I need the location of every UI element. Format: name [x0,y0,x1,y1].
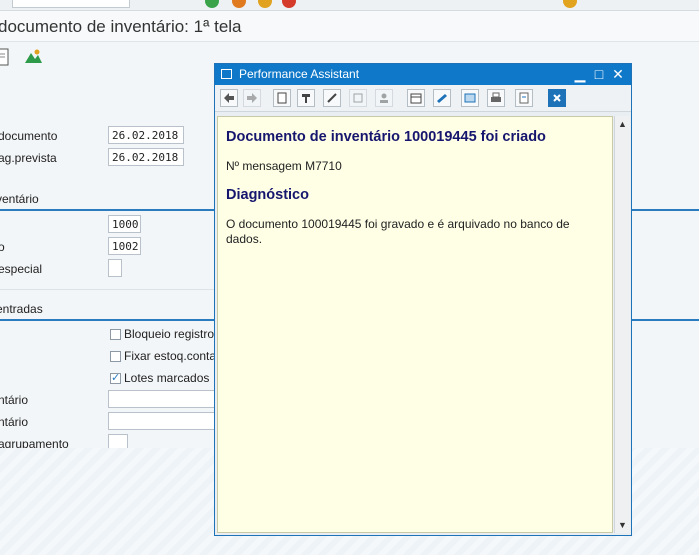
freeze-stock-label: Fixar estoq.conta [124,349,217,363]
popup-toolbar [215,85,631,112]
glossary-icon[interactable] [349,89,367,107]
forward-icon[interactable] [243,89,261,107]
performance-assistant-window[interactable]: Performance Assistant ▁ □ ✕ ,,,,,, Docum… [214,63,632,536]
document-icon[interactable] [273,89,291,107]
popup-title-bar[interactable]: Performance Assistant ▁ □ ✕ [215,64,631,85]
technical-info-icon[interactable] [297,89,315,107]
freeze-stock-checkbox[interactable] [110,351,121,362]
window-icon [221,69,232,79]
exit-icon[interactable] [282,0,296,8]
maximize-icon[interactable]: □ [591,66,607,82]
diagnosis-heading: Diagnóstico [226,187,309,203]
storage-location-field[interactable]: 1002 [108,237,141,255]
system-toolbar [0,0,699,11]
page-title: documento de inventário: 1ª tela [0,17,242,36]
vertical-scrollbar[interactable]: ▲ ▼ [614,116,630,533]
close-icon[interactable]: ✕ [610,66,626,82]
message-heading: Documento de inventário 100019445 foi cr… [226,129,546,145]
edit-icon[interactable] [323,89,341,107]
user-settings-icon[interactable] [375,89,393,107]
print-icon[interactable] [487,89,505,107]
block-posting-checkbox[interactable] [110,329,121,340]
command-field[interactable] [12,0,130,8]
diagnosis-text: O documento 100019445 foi gravado e é ar… [226,217,570,246]
window-icon[interactable] [461,89,479,107]
popup-content: Documento de inventário 100019445 foi cr… [217,116,613,533]
popup-title: Performance Assistant [239,67,360,81]
document-date-field[interactable]: 26.02.2018 [108,126,184,144]
screen-title-bar: documento de inventário: 1ª tela [0,11,699,42]
back-icon[interactable] [220,89,238,107]
divider [0,289,215,290]
inventory-ref-field[interactable] [108,390,216,408]
back-nav-icon[interactable] [258,0,272,8]
block-posting-label: Bloqueio registro [124,327,215,341]
minimize-icon[interactable]: ▁ [572,66,588,82]
highlight-icon[interactable] [433,89,451,107]
inventory-ref2-field[interactable] [108,412,216,430]
plant-field[interactable]: 1000 [108,215,141,233]
print-preview-icon[interactable] [515,89,533,107]
planned-date-label: ag.prevista [0,151,57,165]
cancel-icon[interactable] [563,0,577,8]
close-icon[interactable] [548,89,566,107]
scroll-down-icon[interactable]: ▼ [616,519,629,531]
special-stock-field[interactable] [108,259,122,277]
batches-label: Lotes marcados [124,371,210,385]
calendar-icon[interactable] [407,89,425,107]
document-date-label: documento [0,129,58,143]
batches-checkbox[interactable]: ✓ [110,373,121,384]
special-stock-label: especial [0,262,43,276]
inventory-ref2-label: ntário [0,415,29,429]
scroll-up-icon[interactable]: ▲ [616,118,629,130]
inventory-ref-label: ntário [0,393,29,407]
save-icon[interactable] [232,0,246,8]
message-number: Nº mensagem M7710 [226,159,342,173]
planned-date-field[interactable]: 26.02.2018 [108,148,184,166]
map-icon[interactable] [23,46,43,68]
storage-location-label: o [0,240,5,254]
enter-icon[interactable] [205,0,219,8]
document-icon[interactable] [0,46,14,68]
